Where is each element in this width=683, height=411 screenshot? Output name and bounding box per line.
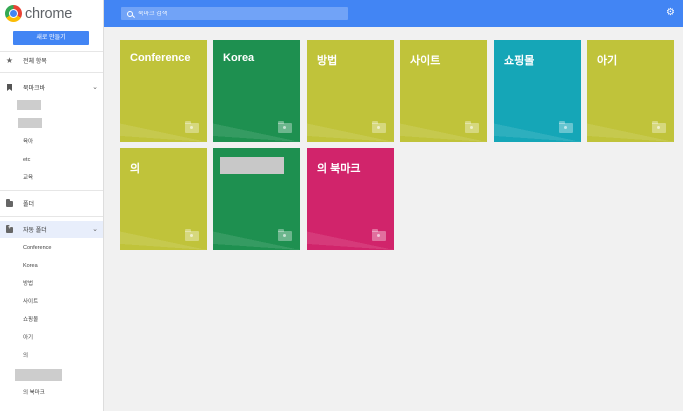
folder-tile[interactable]	[213, 148, 300, 250]
new-folder-button[interactable]: 새로 만들기	[13, 31, 89, 45]
folder-tile-label: 아기	[597, 55, 618, 67]
sub-item[interactable]: Conference	[23, 243, 51, 253]
brand-header: chrome	[0, 0, 103, 27]
folder-icon	[6, 199, 13, 207]
folder-tile[interactable]: 의	[120, 148, 207, 250]
redacted-sub-item[interactable]	[17, 100, 41, 110]
folder-icon	[185, 229, 199, 241]
sub-item[interactable]: 육아	[23, 137, 33, 147]
folder-icon	[372, 229, 386, 241]
folder-tile-label: 의 북마크	[317, 163, 361, 175]
bookmark-icon	[6, 84, 13, 91]
search-input[interactable]	[138, 10, 338, 17]
sidebar-item-auto-folders[interactable]: 자동 폴더 ⌄	[0, 221, 103, 238]
sub-item[interactable]: 쇼핑몰	[23, 315, 38, 325]
sidebar-item-bookmarks-bar[interactable]: 북마크바 ⌄	[0, 79, 103, 96]
search-icon	[127, 10, 133, 17]
folder-icon	[559, 121, 573, 133]
folder-icon	[652, 121, 666, 133]
folder-icon	[465, 121, 479, 133]
sub-item[interactable]: 교육	[23, 173, 33, 183]
sidebar-item-label: 북마크바	[23, 86, 46, 92]
sidebar-item-label: 전체 항목	[23, 59, 47, 65]
folder-icon	[278, 121, 292, 133]
sidebar: chrome 새로 만들기 ★ 전체 항목 북마크바 ⌄ 육아 etc 교육 폴…	[0, 0, 104, 411]
top-bar: ⚙	[104, 0, 683, 27]
chevron-down-icon[interactable]: ⌄	[92, 225, 98, 233]
folder-tile-label: 사이트	[410, 55, 441, 67]
folder-tile[interactable]: 사이트	[400, 40, 487, 142]
divider	[0, 216, 103, 217]
sidebar-item-label: 자동 폴더	[23, 228, 47, 234]
sub-item[interactable]: 방법	[23, 279, 33, 289]
sub-item[interactable]: 의 북마크	[23, 388, 45, 398]
divider	[0, 72, 103, 73]
folder-tile[interactable]: 아기	[587, 40, 674, 142]
redacted-tile-label	[220, 157, 284, 174]
folder-tile-label: 방법	[317, 55, 338, 67]
sidebar-item-label: 폴더	[23, 202, 35, 208]
redacted-sub-item[interactable]	[18, 118, 42, 128]
sidebar-item-all-items[interactable]: ★ 전체 항목	[0, 52, 103, 69]
chevron-down-icon[interactable]: ⌄	[92, 83, 98, 91]
folder-tile[interactable]: 의 북마크	[307, 148, 394, 250]
folder-tile-label: 의	[130, 163, 141, 175]
folder-icon	[372, 121, 386, 133]
folder-icon	[278, 229, 292, 241]
folder-tile[interactable]: 방법	[307, 40, 394, 142]
sidebar-item-folder[interactable]: 폴더	[0, 195, 103, 212]
redacted-sub-item[interactable]	[15, 369, 62, 381]
sub-item[interactable]: 사이트	[23, 297, 38, 307]
brand-name: chrome	[25, 5, 73, 22]
folder-tile[interactable]: 쇼핑몰	[494, 40, 581, 142]
folder-tile[interactable]: Conference	[120, 40, 207, 142]
sub-item[interactable]: 의	[23, 351, 28, 361]
sub-item[interactable]: Korea	[23, 261, 38, 271]
star-icon: ★	[5, 56, 14, 65]
sub-item[interactable]: 아기	[23, 333, 33, 343]
folder-tile-label: 쇼핑몰	[504, 55, 535, 67]
folder-tile[interactable]: Korea	[213, 40, 300, 142]
auto-folder-icon	[6, 225, 13, 233]
chrome-logo-icon	[5, 5, 22, 22]
gear-icon[interactable]: ⚙	[666, 8, 675, 18]
search-box[interactable]	[121, 7, 348, 20]
folder-tile-label: Conference	[130, 52, 191, 64]
folder-tile-label: Korea	[223, 52, 255, 64]
divider	[0, 190, 103, 191]
sub-item[interactable]: etc	[23, 155, 30, 165]
folder-icon	[185, 121, 199, 133]
